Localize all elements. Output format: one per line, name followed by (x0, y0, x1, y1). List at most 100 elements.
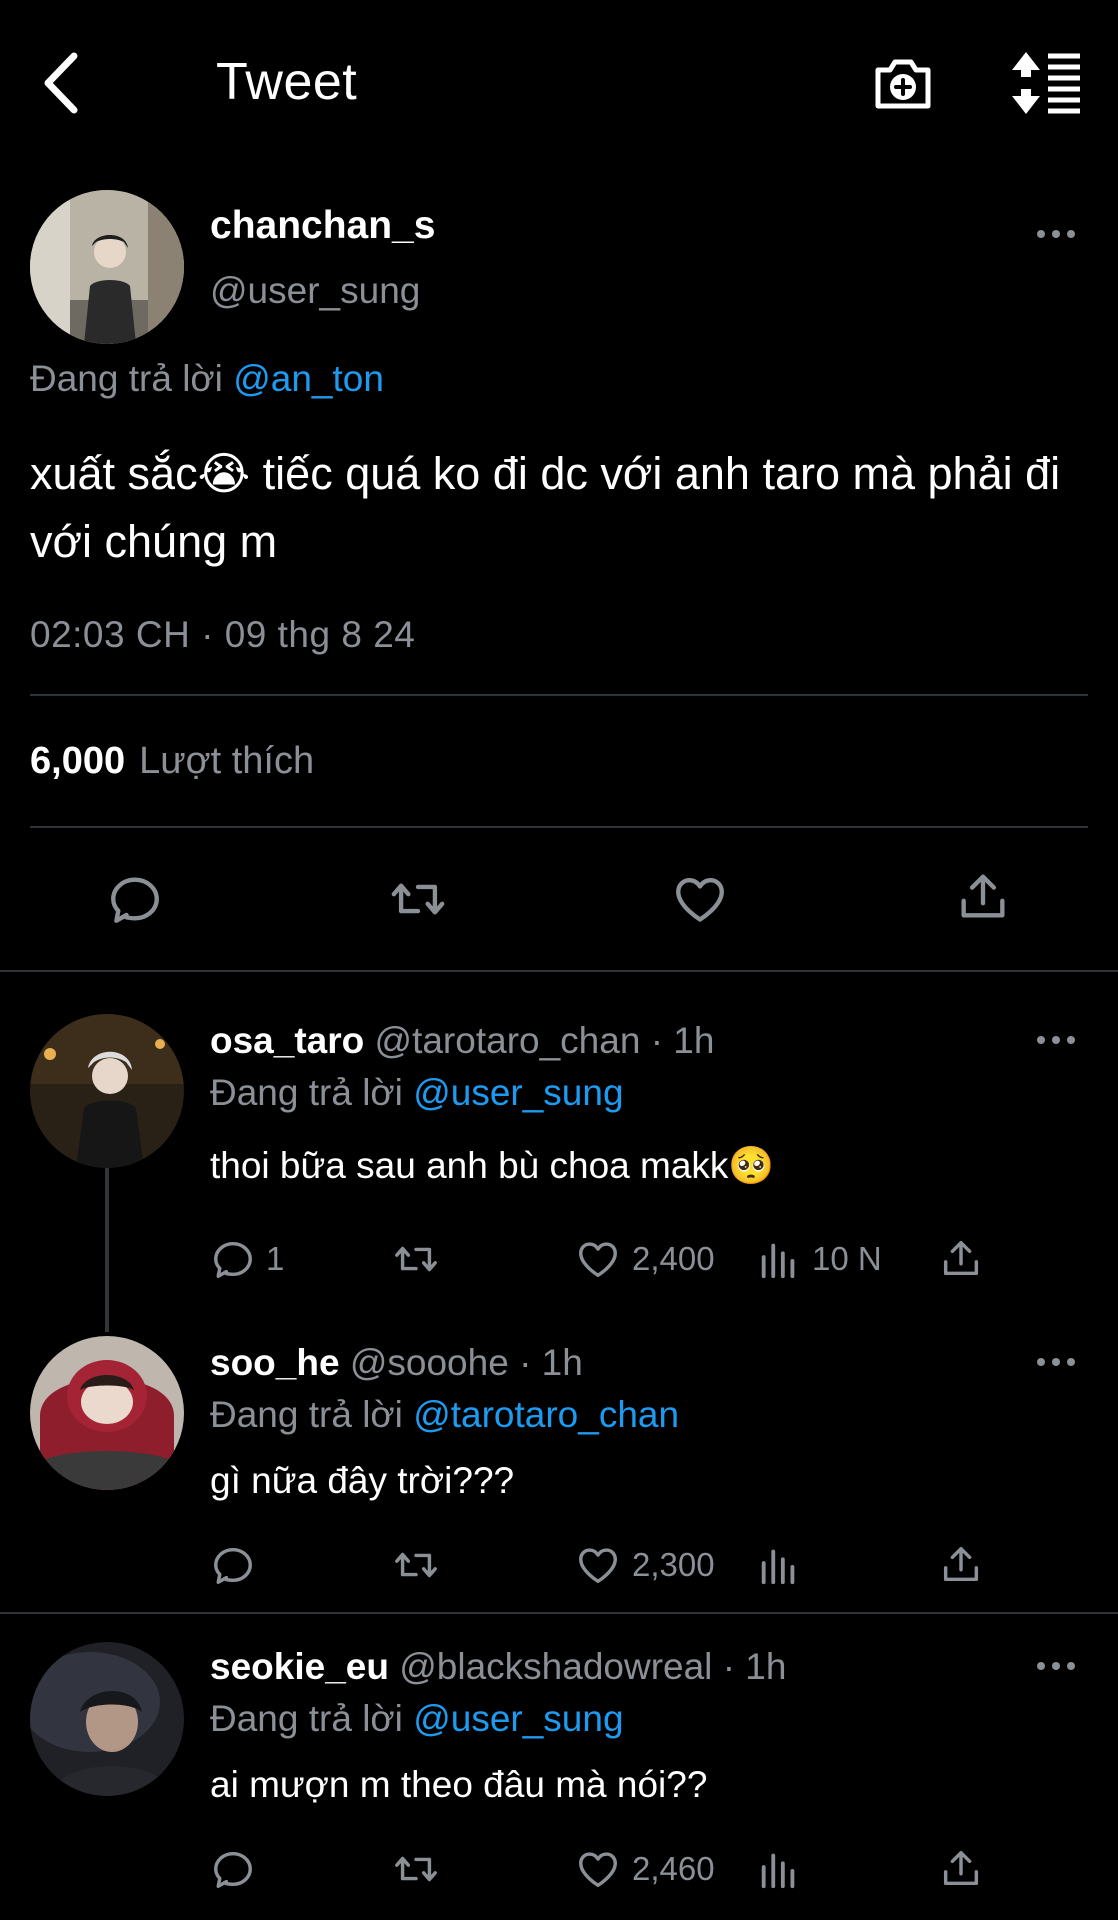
retweet-icon (386, 870, 450, 928)
retweet-button[interactable] (388, 1542, 454, 1588)
replying-prefix: Đang trả lời (210, 1698, 403, 1739)
views-button[interactable] (756, 1542, 812, 1588)
reply-text: thoi bữa sau anh bù choa makk🥺 (210, 1145, 775, 1186)
like-count: 2,460 (632, 1850, 715, 1887)
more-button[interactable] (1036, 1356, 1076, 1368)
replying-to-link[interactable]: @user_sung (413, 1072, 623, 1113)
replying-to: Đang trả lời @an_ton (30, 358, 384, 400)
reply-count: 1 (266, 1240, 285, 1277)
view-count: 10 N (812, 1240, 882, 1277)
reply-icon (210, 1236, 256, 1282)
reply-icon (106, 870, 164, 928)
replying-to: Đang trả lời @tarotaro_chan (210, 1394, 679, 1436)
avatar[interactable] (30, 190, 184, 344)
tweet-timestamp: 02:03 CH · 09 thg 8 24 (30, 614, 416, 655)
reply-text: gì nữa đây trời??? (210, 1460, 515, 1501)
replying-to: Đang trả lời @user_sung (210, 1072, 624, 1114)
avatar[interactable] (30, 1014, 184, 1168)
reply-time: 1h (541, 1342, 583, 1383)
tweet-text: xuất sắc😭 tiếc quá ko đi dc với anh taro… (30, 448, 1061, 567)
display-name[interactable]: osa_taro (210, 1020, 364, 1061)
camera-plus-icon (875, 59, 931, 109)
display-name[interactable]: chanchan_s (210, 204, 435, 248)
avatar-image (30, 190, 184, 344)
divider (30, 694, 1088, 696)
avatar[interactable] (30, 1642, 184, 1796)
likes-summary[interactable]: 6,000 Lượt thích (30, 740, 314, 783)
reply-header: soo_he @sooohe · 1h (210, 1342, 583, 1384)
reply-button[interactable] (210, 1542, 266, 1588)
camera-button[interactable] (870, 50, 936, 116)
user-handle[interactable]: @sooohe (350, 1342, 509, 1383)
like-count: 6,000 (30, 740, 126, 782)
reply-button[interactable] (106, 870, 164, 928)
heart-icon (574, 1846, 622, 1892)
share-button[interactable] (938, 1234, 994, 1282)
share-button[interactable] (938, 1844, 994, 1892)
avatar-image (30, 1014, 184, 1168)
reply-button[interactable]: 1 (210, 1236, 284, 1282)
reply-time: 1h (673, 1020, 715, 1061)
more-button[interactable] (1036, 1034, 1076, 1046)
heart-icon (574, 1236, 622, 1282)
back-button[interactable] (40, 50, 90, 120)
more-icon (1036, 1356, 1076, 1368)
heart-icon (670, 870, 730, 928)
page-title: Tweet (216, 53, 358, 111)
separator: · (650, 1020, 664, 1061)
avatar-image (30, 1642, 184, 1796)
more-button[interactable] (1036, 1660, 1076, 1672)
display-name[interactable]: seokie_eu (210, 1646, 389, 1687)
more-button[interactable] (1036, 228, 1076, 240)
share-icon (938, 1540, 984, 1588)
like-button[interactable] (670, 870, 730, 928)
reply-time: 1h (745, 1646, 787, 1687)
replying-to-link[interactable]: @an_ton (233, 358, 384, 399)
replying-prefix: Đang trả lời (210, 1394, 403, 1435)
like-count: 2,300 (632, 1546, 715, 1583)
heart-icon (574, 1542, 622, 1588)
replying-to-link[interactable]: @tarotaro_chan (413, 1394, 679, 1435)
divider (0, 970, 1118, 972)
share-icon (954, 866, 1012, 926)
like-count: 2,400 (632, 1240, 715, 1277)
retweet-icon (388, 1542, 444, 1588)
reply-button[interactable] (210, 1846, 266, 1892)
replying-to-link[interactable]: @user_sung (413, 1698, 623, 1739)
retweet-button[interactable] (388, 1236, 454, 1282)
like-label: Lượt thích (139, 740, 315, 782)
avatar-image (30, 1336, 184, 1490)
separator: · (519, 1342, 532, 1383)
retweet-icon (388, 1846, 444, 1892)
views-button[interactable] (756, 1846, 812, 1892)
sort-icon (1012, 52, 1080, 114)
share-icon (938, 1234, 984, 1282)
reply-icon (210, 1846, 256, 1892)
reply-icon (210, 1542, 256, 1588)
replying-prefix: Đang trả lời (30, 358, 223, 399)
divider (0, 1612, 1118, 1614)
views-icon (756, 1542, 802, 1588)
retweet-button[interactable] (386, 870, 450, 928)
like-button[interactable]: 2,400 (574, 1236, 715, 1282)
separator: · (722, 1646, 736, 1687)
divider (30, 826, 1088, 828)
views-icon (756, 1846, 802, 1892)
user-handle[interactable]: @user_sung (210, 270, 420, 312)
like-button[interactable]: 2,460 (574, 1846, 715, 1892)
sort-button[interactable] (1008, 50, 1084, 116)
retweet-icon (388, 1236, 444, 1282)
more-icon (1036, 228, 1076, 240)
share-button[interactable] (938, 1540, 994, 1588)
like-button[interactable]: 2,300 (574, 1542, 715, 1588)
chevron-left-icon (44, 52, 78, 114)
share-button[interactable] (954, 866, 1012, 926)
display-name[interactable]: soo_he (210, 1342, 340, 1383)
replying-prefix: Đang trả lời (210, 1072, 403, 1113)
user-handle[interactable]: @tarotaro_chan (375, 1020, 641, 1061)
reply-text: ai mượn m theo đâu mà nói?? (210, 1764, 708, 1805)
avatar[interactable] (30, 1336, 184, 1490)
user-handle[interactable]: @blackshadowreal (399, 1646, 712, 1687)
retweet-button[interactable] (388, 1846, 454, 1892)
views-button[interactable]: 10 N (756, 1236, 882, 1282)
